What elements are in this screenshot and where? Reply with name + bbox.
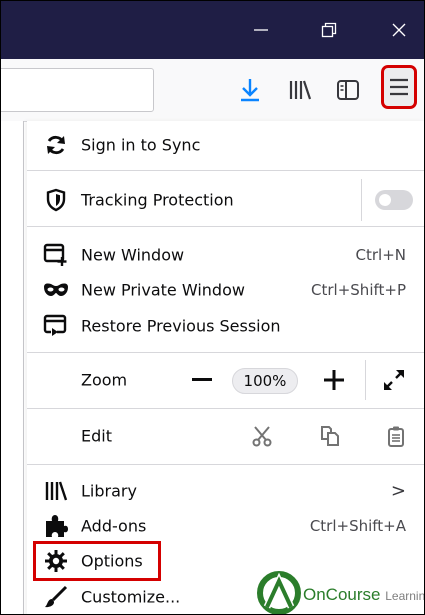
- new-window-icon: [43, 242, 69, 268]
- copy-button[interactable]: [315, 414, 345, 458]
- zoom-in-button[interactable]: [319, 358, 349, 402]
- restore-button[interactable]: [299, 1, 359, 59]
- restore-session-icon: [43, 313, 69, 339]
- separator: [27, 352, 424, 353]
- logo-brand-sub: Learning: [385, 589, 425, 603]
- sidebar-button[interactable]: [333, 75, 363, 105]
- oncourse-logo-icon: [257, 571, 301, 614]
- menu-label: New Window: [81, 245, 185, 265]
- sync-icon: [43, 132, 69, 158]
- oncourse-logo: OnCourse Learning: [257, 567, 425, 614]
- close-icon: [392, 23, 406, 37]
- menu-label: New Private Window: [81, 280, 245, 300]
- menu-item-sign-in-sync[interactable]: Sign in to Sync: [27, 128, 424, 162]
- menu-item-tracking-protection[interactable]: Tracking Protection: [27, 179, 424, 221]
- paste-button[interactable]: [381, 414, 411, 458]
- separator: [27, 464, 424, 465]
- toggle-divider: [361, 179, 362, 221]
- separator: [27, 170, 424, 171]
- nav-toolbar: [1, 59, 424, 122]
- menu-label: Sign in to Sync: [81, 135, 201, 155]
- download-icon: [241, 79, 259, 102]
- menu-label: Add-ons: [81, 516, 147, 536]
- menu-shortcut: Ctrl+Shift+A: [309, 517, 406, 535]
- library-button[interactable]: [285, 75, 315, 105]
- menu-label: Customize...: [81, 587, 181, 607]
- minus-icon: [192, 378, 212, 381]
- menu-label: Tracking Protection: [81, 190, 234, 210]
- library-icon: [43, 478, 69, 504]
- page-content: [1, 121, 23, 614]
- private-mask-icon: [43, 277, 69, 303]
- edit-label: Edit: [81, 426, 112, 446]
- clipboard-icon: [388, 426, 404, 447]
- menu-item-restore-session[interactable]: Restore Previous Session: [27, 309, 424, 343]
- menu-shortcut: Ctrl+N: [355, 246, 406, 264]
- hamburger-menu-icon: [390, 78, 408, 96]
- menu-item-library[interactable]: Library >: [27, 474, 424, 508]
- zoom-out-button[interactable]: [187, 358, 217, 402]
- fullscreen-button[interactable]: [379, 358, 409, 402]
- copy-icon: [321, 426, 339, 446]
- logo-wordmark: OnCourse Learning: [303, 585, 425, 605]
- menu-row-edit: Edit: [27, 414, 424, 458]
- menu-item-new-private-window[interactable]: New Private Window Ctrl+Shift+P: [27, 273, 424, 307]
- menu-label: Restore Previous Session: [81, 316, 281, 336]
- app-menu-panel: Sign in to Sync Tracking Protection New …: [27, 121, 424, 614]
- title-bar: [1, 1, 424, 59]
- menu-item-new-window[interactable]: New Window Ctrl+N: [27, 238, 424, 272]
- puzzle-piece-icon: [43, 513, 69, 539]
- restore-icon: [321, 22, 337, 38]
- plus-icon: [324, 370, 344, 390]
- download-button[interactable]: [235, 75, 265, 105]
- minimize-button[interactable]: [231, 1, 291, 59]
- minimize-icon: [254, 29, 268, 31]
- close-button[interactable]: [369, 1, 424, 59]
- fullscreen-icon: [384, 370, 404, 390]
- menu-label: Library: [81, 481, 137, 501]
- zoom-label: Zoom: [81, 370, 128, 390]
- sidebar-icon: [337, 80, 359, 100]
- library-icon: [289, 80, 312, 100]
- page-edge-divider: [23, 121, 24, 614]
- scissors-icon: [252, 426, 272, 447]
- tracking-protection-toggle[interactable]: [375, 190, 413, 210]
- separator: [27, 226, 424, 227]
- url-bar[interactable]: [1, 68, 154, 112]
- open-menu-button[interactable]: [381, 65, 417, 109]
- paintbrush-icon: [43, 584, 69, 610]
- menu-shortcut: Ctrl+Shift+P: [311, 281, 406, 299]
- logo-brand: OnCourse: [303, 585, 381, 604]
- menu-row-zoom: Zoom 100%: [27, 358, 424, 402]
- zoom-divider: [365, 360, 366, 400]
- separator: [27, 408, 424, 409]
- firefox-window: Sign in to Sync Tracking Protection New …: [0, 0, 425, 615]
- cut-button[interactable]: [247, 414, 277, 458]
- chevron-right-icon: >: [390, 480, 406, 502]
- shield-icon: [43, 187, 69, 213]
- menu-item-addons[interactable]: Add-ons Ctrl+Shift+A: [27, 509, 424, 543]
- zoom-reset-button[interactable]: 100%: [232, 368, 298, 394]
- options-highlight: [33, 541, 161, 581]
